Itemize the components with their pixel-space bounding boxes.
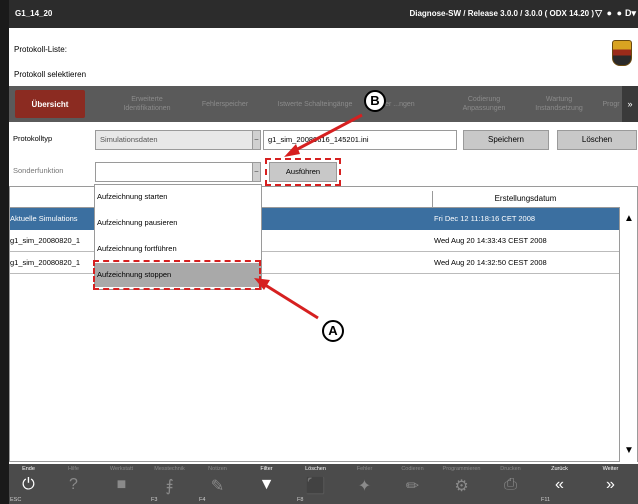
tab-bar: Übersicht Erweiterte Identifikationen Fe… <box>9 86 638 122</box>
note-icon: ✎ <box>210 478 225 495</box>
fkey-code: F11 <box>541 497 551 503</box>
sonderfunktion-label: Sonderfunktion <box>13 166 64 175</box>
fkey-ende[interactable]: Ende ⏻ ESC <box>9 464 48 504</box>
fkey-drucken[interactable]: Drucken ⎙ <box>491 464 530 504</box>
app-title: G1_14_20 <box>15 9 53 18</box>
filename-field[interactable]: g1_sim_20080616_145201.ini <box>263 130 457 150</box>
main-content: Protokolltyp Simulationsdaten – g1_sim_2… <box>9 124 638 462</box>
fkey-label: Werkstatt <box>109 466 134 472</box>
callout-a-badge: A <box>322 320 344 342</box>
measure-icon: ⨎ <box>165 478 174 495</box>
table-scrollbar[interactable]: ▲ ▼ <box>619 207 637 462</box>
fkey-werkstatt[interactable]: Werkstatt ■ <box>102 464 141 504</box>
fkey-label: Ende <box>22 466 35 472</box>
fkey-label: Programmieren <box>442 466 481 472</box>
function-key-bar: Ende ⏻ ESC Hilfe ? Werkstatt ■ Messtechn… <box>9 464 638 504</box>
fkey-loeschen[interactable]: Löschen ⬛ F8 <box>296 464 335 504</box>
fkey-label: Löschen <box>305 466 326 472</box>
column-header-date[interactable]: Erstellungsdatum <box>432 191 618 207</box>
speichern-button[interactable]: Speichern <box>463 130 549 150</box>
tab-fehlerspeicher[interactable]: Fehlerspeicher <box>193 90 257 118</box>
row-name: Aktuelle Simulations <box>10 214 78 223</box>
fkey-codieren[interactable]: Codieren ✏ <box>393 464 432 504</box>
stoppen-highlight <box>93 260 261 290</box>
fkey-label: Zurück <box>551 466 568 472</box>
fkey-code: F8 <box>297 497 304 503</box>
row-date: Fri Dec 12 11:18:16 CET 2008 <box>434 214 536 223</box>
tab-progr[interactable]: Progr <box>597 90 625 118</box>
ausfuehren-highlight <box>265 158 341 186</box>
row-name: g1_sim_20080820_1 <box>10 236 81 245</box>
fkey-label: Fehler <box>356 466 373 472</box>
sonderfunktion-dropdown-arrow[interactable]: – <box>252 162 261 182</box>
header: Protokoll-Liste: Protokoll selektieren <box>9 28 638 84</box>
tab-istwerte[interactable]: Istwerte Schalteingänge <box>275 90 355 118</box>
fkey-notizen[interactable]: Notizen ✎ F4 <box>198 464 237 504</box>
fkey-messtechnik[interactable]: Messtechnik ⨎ F3 <box>150 464 189 504</box>
brand-logo <box>612 40 632 66</box>
menu-item-aufzeichnung-fortfuehren[interactable]: Aufzeichnung fortführen <box>95 237 261 261</box>
code-icon: ✏ <box>405 478 420 495</box>
fkey-code: F4 <box>199 497 206 503</box>
program-icon: ⚙ <box>454 478 469 495</box>
dot-icon[interactable]: ● <box>607 8 612 18</box>
callout-b-badge: B <box>364 90 386 112</box>
fkey-label: Filter <box>260 466 273 472</box>
app-window: G1_14_20 Diagnose-SW / Release 3.0.0 / 3… <box>0 0 638 504</box>
menu-item-aufzeichnung-pausieren[interactable]: Aufzeichnung pausieren <box>95 211 261 235</box>
header-title: Protokoll-Liste: <box>14 45 67 54</box>
filter-icon: ▼ <box>258 476 275 493</box>
fkey-label: Codieren <box>401 466 424 472</box>
release-info: Diagnose-SW / Release 3.0.0 / 3.0.0 ( OD… <box>409 9 594 18</box>
left-border <box>0 0 9 504</box>
loeschen-button[interactable]: Löschen <box>557 130 637 150</box>
tab-codierung[interactable]: Codierung Anpassungen <box>449 90 519 118</box>
back-icon: « <box>555 476 564 493</box>
fkey-code: ESC <box>10 497 22 503</box>
fkey-programmieren[interactable]: Programmieren ⚙ <box>442 464 481 504</box>
forward-icon: » <box>606 476 615 493</box>
delete-icon: ⬛ <box>305 478 326 495</box>
scroll-up-icon[interactable]: ▲ <box>624 213 634 224</box>
fkey-zurueck[interactable]: Zurück « F11 <box>540 464 579 504</box>
title-bar: G1_14_20 Diagnose-SW / Release 3.0.0 / 3… <box>9 0 638 28</box>
row-date: Wed Aug 20 14:32:50 CEST 2008 <box>434 258 547 267</box>
fkey-label: Messtechnik <box>154 466 185 472</box>
tab-hidden[interactable] <box>91 90 105 118</box>
help-icon: ? <box>69 476 78 493</box>
protokolltyp-select[interactable]: Simulationsdaten <box>95 130 261 150</box>
row-name: g1_sim_20080820_1 <box>10 258 81 267</box>
power-icon: ⏻ <box>22 476 35 493</box>
fkey-label: Notizen <box>208 466 227 472</box>
fkey-fehler[interactable]: Fehler ✦ <box>345 464 384 504</box>
workshop-icon: ■ <box>116 476 127 493</box>
fkey-label: Drucken <box>500 466 521 472</box>
fkey-code: F3 <box>151 497 158 503</box>
tab-erweiterte-identifikationen[interactable]: Erweiterte Identifikationen <box>107 90 187 118</box>
funnel-icon[interactable]: ▽ <box>595 8 602 19</box>
tab-scroll-right-button[interactable]: » <box>622 86 638 122</box>
fkey-filter[interactable]: Filter ▼ <box>247 464 286 504</box>
tab-wartung[interactable]: Wartung Instandsetzung <box>523 90 595 118</box>
fkey-hilfe[interactable]: Hilfe ? <box>54 464 93 504</box>
menu-item-aufzeichnung-starten[interactable]: Aufzeichnung starten <box>95 185 261 209</box>
tab-uebersicht[interactable]: Übersicht <box>15 90 85 118</box>
row-date: Wed Aug 20 14:33:43 CEST 2008 <box>434 236 547 245</box>
scroll-down-icon[interactable]: ▼ <box>624 445 634 456</box>
header-subtitle: Protokoll selektieren <box>14 70 87 79</box>
fkey-label: Weiter <box>602 466 619 472</box>
sonderfunktion-select[interactable] <box>95 162 261 182</box>
d-menu-icon[interactable]: D▾ <box>625 8 636 19</box>
fkey-label: Hilfe <box>67 466 79 472</box>
error-icon: ✦ <box>357 478 372 495</box>
fkey-weiter[interactable]: Weiter » <box>591 464 630 504</box>
dot-icon[interactable]: ● <box>617 8 622 18</box>
protokolltyp-dropdown-arrow[interactable]: – <box>252 130 261 150</box>
print-icon: ⎙ <box>504 476 517 493</box>
protokolltyp-label: Protokolltyp <box>13 134 53 143</box>
